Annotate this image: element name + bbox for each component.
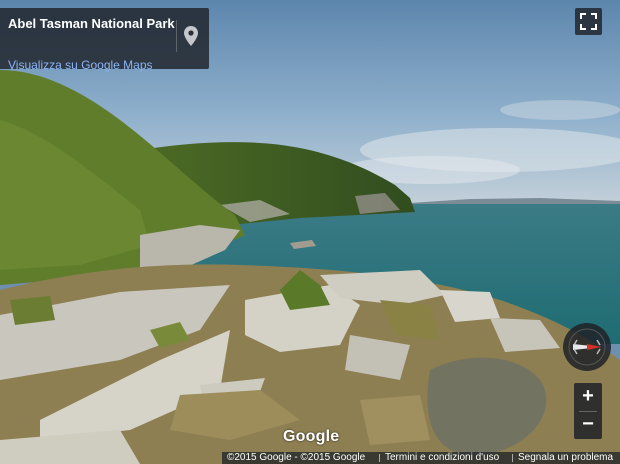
copyright-text: ©2015 Google - ©2015 Google [227, 452, 366, 463]
fullscreen-icon [580, 13, 597, 30]
zoom-out-button[interactable]: − [574, 411, 602, 439]
zoom-in-button[interactable]: + [574, 383, 602, 411]
card-divider [176, 20, 177, 52]
google-logo: Google [283, 428, 340, 445]
footer-divider [512, 454, 513, 462]
place-title: Abel Tasman National Park [8, 16, 175, 31]
report-problem-link[interactable]: Segnala un problema [518, 452, 613, 464]
fullscreen-button[interactable] [575, 8, 602, 35]
location-pin-icon[interactable] [184, 26, 198, 46]
compass-icon [568, 328, 606, 366]
view-on-google-maps-link[interactable]: Visualizza su Google Maps [8, 58, 153, 72]
place-info-card: Abel Tasman National Park Visualizza su … [0, 8, 209, 72]
attribution-bar: ©2015 Google - ©2015 Google Termini e co… [222, 452, 620, 464]
footer-divider [379, 454, 380, 462]
zoom-control: + − [574, 383, 602, 439]
terms-link[interactable]: Termini e condizioni d'uso [385, 452, 499, 464]
compass-control[interactable] [563, 323, 611, 371]
